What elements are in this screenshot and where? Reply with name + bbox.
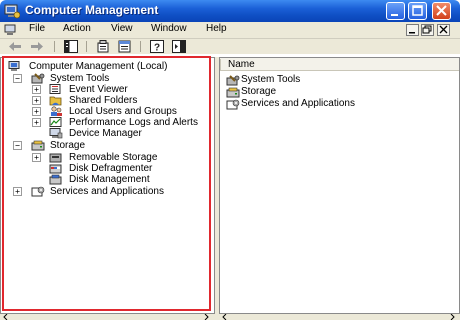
title-bar[interactable]: Computer Management — [0, 0, 460, 22]
toolbar: ? — [0, 38, 460, 54]
show-hide-tree-icon[interactable] — [64, 40, 78, 53]
menu-bar: File Action View Window Help — [0, 22, 460, 38]
tree-node-disk-defragmenter[interactable]: Disk Defragmenter — [1, 163, 211, 174]
scroll-left-icon — [222, 314, 227, 320]
disk-management-icon — [49, 174, 62, 185]
device-manager-icon — [49, 128, 63, 139]
tree-node-event-viewer[interactable]: + Event Viewer — [1, 84, 211, 95]
tree-label-root: Computer Management (Local) — [29, 61, 168, 72]
minimize-icon — [391, 14, 398, 16]
list-item-services-applications[interactable]: Services and Applications — [226, 98, 456, 110]
export-list-icon[interactable] — [118, 40, 132, 53]
tree-label-local-users-groups: Local Users and Groups — [69, 106, 177, 117]
services-icon — [31, 186, 45, 197]
properties-icon[interactable] — [96, 40, 110, 53]
close-button[interactable] — [432, 2, 451, 20]
menu-window[interactable]: Window — [151, 23, 187, 34]
expand-toggle[interactable]: + — [32, 118, 41, 127]
action-pane-icon[interactable] — [172, 40, 186, 53]
menu-view[interactable]: View — [111, 23, 133, 34]
tree-label-disk-defragmenter: Disk Defragmenter — [69, 163, 153, 174]
tree-label-event-viewer: Event Viewer — [69, 84, 128, 95]
column-divider — [220, 59, 221, 70]
tree-horizontal-scrollbar[interactable] — [0, 314, 215, 320]
column-header-label: Name — [228, 59, 255, 70]
close-icon — [436, 5, 447, 16]
details-pane[interactable]: Name System Tools Storage Services and A… — [219, 57, 460, 314]
tools-icon — [31, 73, 45, 84]
forward-arrow-icon[interactable] — [30, 40, 44, 53]
tree-label-system-tools: System Tools — [50, 73, 110, 84]
scroll-left-icon — [3, 314, 8, 320]
removable-storage-icon — [49, 153, 62, 163]
tools-icon — [226, 75, 240, 86]
console-tree[interactable]: Computer Management (Local) − System Too… — [0, 57, 215, 314]
tree-node-performance-logs[interactable]: + Performance Logs and Alerts — [1, 117, 211, 128]
computer-management-icon — [8, 61, 20, 71]
mdi-minimize-button[interactable] — [406, 24, 419, 36]
list-item-storage[interactable]: Storage — [226, 86, 456, 98]
expand-toggle[interactable]: + — [32, 85, 41, 94]
tree-node-shared-folders[interactable]: + Shared Folders — [1, 95, 211, 106]
column-header-name[interactable]: Name — [220, 58, 459, 71]
tree-node-services-applications[interactable]: + Services and Applications — [1, 186, 211, 197]
toolbar-separator — [86, 41, 87, 52]
services-icon — [226, 99, 240, 110]
minimize-button[interactable] — [386, 2, 405, 20]
list-item-label: System Tools — [241, 74, 301, 85]
disk-defragmenter-icon — [49, 164, 62, 174]
tree-node-device-manager[interactable]: Device Manager — [1, 128, 211, 139]
tree-label-disk-management: Disk Management — [69, 174, 150, 185]
collapse-toggle[interactable]: − — [13, 141, 22, 150]
maximize-icon — [412, 5, 423, 16]
tree-label-shared-folders: Shared Folders — [69, 95, 138, 106]
maximize-button[interactable] — [408, 2, 427, 20]
list-item-label: Storage — [241, 86, 277, 97]
mdi-close-button[interactable] — [437, 24, 450, 36]
tree-node-root[interactable]: Computer Management (Local) — [1, 61, 211, 72]
tree-label-removable-storage: Removable Storage — [69, 152, 158, 163]
expand-toggle[interactable]: + — [32, 153, 41, 162]
tree-label-device-manager: Device Manager — [69, 128, 142, 139]
close-icon — [439, 25, 448, 34]
tree-node-storage[interactable]: − Storage — [1, 140, 211, 151]
performance-icon — [49, 117, 62, 127]
computer-management-icon — [4, 4, 20, 19]
svg-text:?: ? — [154, 43, 160, 54]
minimize-icon — [409, 32, 415, 34]
window-title: Computer Management — [25, 3, 159, 17]
storage-icon — [226, 87, 240, 98]
collapse-toggle[interactable]: − — [13, 74, 22, 83]
expand-toggle[interactable]: + — [32, 96, 41, 105]
list-item-label: Services and Applications — [241, 98, 355, 109]
tree-node-removable-storage[interactable]: + Removable Storage — [1, 152, 211, 163]
expand-toggle[interactable]: + — [13, 187, 22, 196]
list-item-system-tools[interactable]: System Tools — [226, 74, 456, 86]
menu-file[interactable]: File — [29, 23, 45, 34]
menu-action[interactable]: Action — [63, 23, 91, 34]
restore-icon — [422, 25, 432, 34]
list-horizontal-scrollbar[interactable] — [219, 314, 460, 320]
toolbar-separator — [54, 41, 55, 52]
shared-folder-icon — [49, 96, 62, 106]
scroll-right-icon — [450, 314, 455, 320]
mdi-restore-button[interactable] — [421, 24, 434, 36]
tree-label-storage: Storage — [50, 140, 86, 151]
tree-label-performance-logs: Performance Logs and Alerts — [69, 117, 198, 128]
tree-node-disk-management[interactable]: Disk Management — [1, 174, 211, 185]
event-viewer-icon — [49, 84, 61, 94]
expand-toggle[interactable]: + — [32, 107, 41, 116]
console-menu-icon[interactable] — [4, 24, 17, 36]
back-arrow-icon[interactable] — [8, 40, 22, 53]
tree-node-system-tools[interactable]: − System Tools — [1, 73, 211, 84]
users-icon — [51, 106, 62, 116]
scroll-right-icon — [204, 314, 209, 320]
tree-label-services-applications: Services and Applications — [50, 186, 164, 197]
storage-icon — [31, 140, 45, 151]
menu-help[interactable]: Help — [206, 23, 227, 34]
help-icon[interactable]: ? — [150, 40, 164, 53]
tree-node-local-users-groups[interactable]: + Local Users and Groups — [1, 106, 211, 117]
toolbar-separator — [140, 41, 141, 52]
